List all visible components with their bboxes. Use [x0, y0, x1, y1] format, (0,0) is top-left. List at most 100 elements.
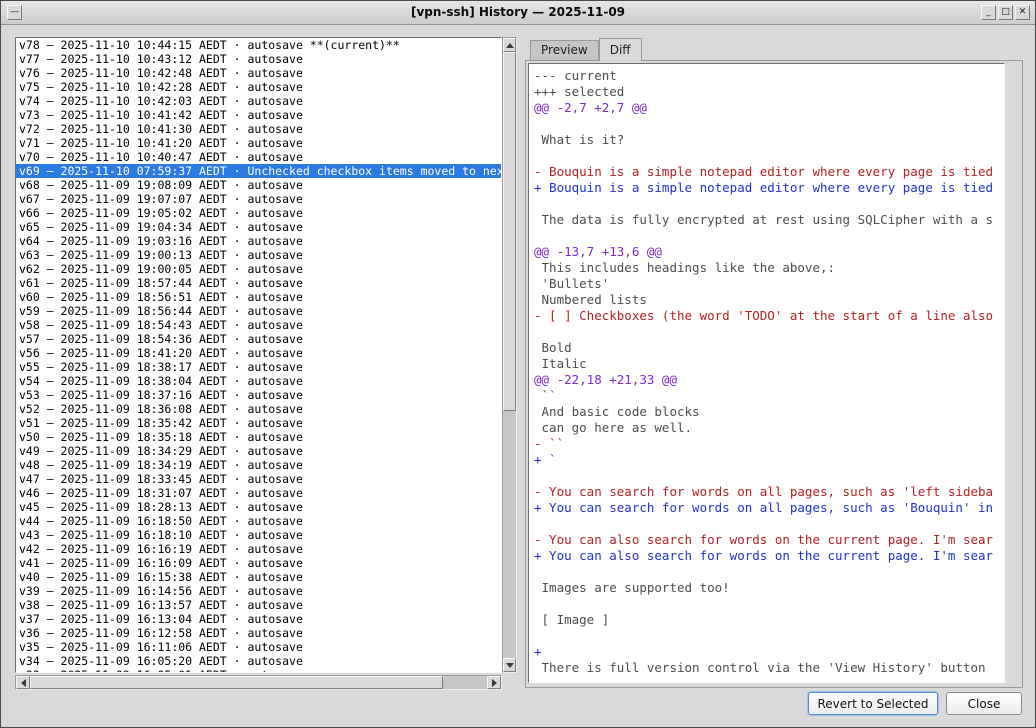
- diff-line-ctx: [534, 516, 1004, 532]
- titlebar[interactable]: — [vpn-ssh] History — 2025-11-09 _ □ ✕: [1, 1, 1035, 25]
- diff-line-ctx: [534, 564, 1004, 580]
- version-list-hscrollbar[interactable]: [15, 675, 502, 690]
- version-list-hscrollbar-thumb[interactable]: [30, 676, 443, 689]
- version-list-item[interactable]: v77 — 2025-11-10 10:43:12 AEDT · autosav…: [16, 52, 501, 66]
- version-list-item[interactable]: v35 — 2025-11-09 16:11:06 AEDT · autosav…: [16, 640, 501, 654]
- version-list-item[interactable]: v45 — 2025-11-09 18:28:13 AEDT · autosav…: [16, 500, 501, 514]
- version-list-item[interactable]: v59 — 2025-11-09 18:56:44 AEDT · autosav…: [16, 304, 501, 318]
- diff-line-meta: --- current: [534, 68, 1004, 84]
- version-list-item[interactable]: v40 — 2025-11-09 16:15:38 AEDT · autosav…: [16, 570, 501, 584]
- window-title: [vpn-ssh] History — 2025-11-09: [61, 1, 975, 24]
- diff-line-ctx: And basic code blocks: [534, 404, 1004, 420]
- version-list-item[interactable]: v49 — 2025-11-09 18:34:29 AEDT · autosav…: [16, 444, 501, 458]
- version-list-item[interactable]: v75 — 2025-11-10 10:42:28 AEDT · autosav…: [16, 80, 501, 94]
- version-list-item[interactable]: v71 — 2025-11-10 10:41:20 AEDT · autosav…: [16, 136, 501, 150]
- version-list-item[interactable]: v37 — 2025-11-09 16:13:04 AEDT · autosav…: [16, 612, 501, 626]
- version-list-item[interactable]: v73 — 2025-11-10 10:41:42 AEDT · autosav…: [16, 108, 501, 122]
- version-list-item[interactable]: v66 — 2025-11-09 19:05:02 AEDT · autosav…: [16, 206, 501, 220]
- scroll-up-arrow-icon[interactable]: [503, 38, 516, 52]
- version-list-item[interactable]: v50 — 2025-11-09 18:35:18 AEDT · autosav…: [16, 430, 501, 444]
- version-list-item[interactable]: v42 — 2025-11-09 16:16:19 AEDT · autosav…: [16, 542, 501, 556]
- version-list-item[interactable]: v68 — 2025-11-09 19:08:09 AEDT · autosav…: [16, 178, 501, 192]
- version-list-item[interactable]: v48 — 2025-11-09 18:34:19 AEDT · autosav…: [16, 458, 501, 472]
- close-dialog-button[interactable]: Close: [946, 692, 1022, 715]
- maximize-button[interactable]: □: [998, 5, 1013, 20]
- version-list-item[interactable]: v58 — 2025-11-09 18:54:43 AEDT · autosav…: [16, 318, 501, 332]
- diff-line-ctx: Numbered lists: [534, 292, 1004, 308]
- diff-line-hunk: @@ -2,7 +2,7 @@: [534, 100, 1004, 116]
- version-list-item[interactable]: v55 — 2025-11-09 18:38:17 AEDT · autosav…: [16, 360, 501, 374]
- version-list-item[interactable]: v44 — 2025-11-09 16:18:50 AEDT · autosav…: [16, 514, 501, 528]
- diff-line-meta: +++ selected: [534, 84, 1004, 100]
- diff-line-ctx: There is full version control via the 'V…: [534, 660, 1004, 676]
- version-list-item[interactable]: v53 — 2025-11-09 18:37:16 AEDT · autosav…: [16, 388, 501, 402]
- scroll-right-arrow-icon[interactable]: [487, 676, 501, 689]
- version-list-vscrollbar[interactable]: [502, 37, 517, 673]
- diff-line-del: - Bouquin is a simple notepad editor whe…: [534, 164, 1004, 180]
- version-list-scrollbar-thumb[interactable]: [503, 52, 516, 411]
- version-list-item[interactable]: v64 — 2025-11-09 19:03:16 AEDT · autosav…: [16, 234, 501, 248]
- version-list-item[interactable]: v60 — 2025-11-09 18:56:51 AEDT · autosav…: [16, 290, 501, 304]
- version-list-item[interactable]: v61 — 2025-11-09 18:57:44 AEDT · autosav…: [16, 276, 501, 290]
- preview-diff-tabs: Preview Diff: [530, 38, 642, 61]
- version-list-item[interactable]: v72 — 2025-11-10 10:41:30 AEDT · autosav…: [16, 122, 501, 136]
- version-list[interactable]: v78 — 2025-11-10 10:44:15 AEDT · autosav…: [15, 37, 502, 673]
- diff-text[interactable]: --- current+++ selected@@ -2,7 +2,7 @@ W…: [528, 63, 1005, 683]
- tab-diff[interactable]: Diff: [599, 38, 642, 61]
- diff-line-del: - [ ] Checkboxes (the word 'TODO' at the…: [534, 308, 1004, 324]
- version-list-item[interactable]: v56 — 2025-11-09 18:41:20 AEDT · autosav…: [16, 346, 501, 360]
- version-list-item[interactable]: v63 — 2025-11-09 19:00:13 AEDT · autosav…: [16, 248, 501, 262]
- diff-line-ctx: [534, 596, 1004, 612]
- diff-line-ctx: [534, 628, 1004, 644]
- version-list-item[interactable]: v33 — 2025-11-09 16:05:01 AEDT · autosav…: [16, 668, 501, 673]
- diff-line-ctx: What is it?: [534, 132, 1004, 148]
- diff-line-ctx: This includes headings like the above,:: [534, 260, 1004, 276]
- version-list-item[interactable]: v67 — 2025-11-09 19:07:07 AEDT · autosav…: [16, 192, 501, 206]
- version-list-item[interactable]: v70 — 2025-11-10 10:40:47 AEDT · autosav…: [16, 150, 501, 164]
- diff-line-del: - You can search for words on all pages,…: [534, 484, 1004, 500]
- diff-line-ctx: [534, 116, 1004, 132]
- history-window: — [vpn-ssh] History — 2025-11-09 _ □ ✕ v…: [0, 0, 1036, 728]
- diff-line-ctx: [ Image ]: [534, 612, 1004, 628]
- version-list-item[interactable]: v65 — 2025-11-09 19:04:34 AEDT · autosav…: [16, 220, 501, 234]
- version-list-item[interactable]: v62 — 2025-11-09 19:00:05 AEDT · autosav…: [16, 262, 501, 276]
- version-list-item[interactable]: v57 — 2025-11-09 18:54:36 AEDT · autosav…: [16, 332, 501, 346]
- diff-line-add: + Bouquin is a simple notepad editor whe…: [534, 180, 1004, 196]
- version-list-item[interactable]: v74 — 2025-11-10 10:42:03 AEDT · autosav…: [16, 94, 501, 108]
- revert-to-selected-button[interactable]: Revert to Selected: [808, 692, 938, 715]
- version-list-item[interactable]: v52 — 2025-11-09 18:36:08 AEDT · autosav…: [16, 402, 501, 416]
- version-list-item[interactable]: v46 — 2025-11-09 18:31:07 AEDT · autosav…: [16, 486, 501, 500]
- diff-line-hunk: @@ -13,7 +13,6 @@: [534, 244, 1004, 260]
- tab-preview[interactable]: Preview: [530, 40, 599, 61]
- version-list-item[interactable]: v34 — 2025-11-09 16:05:20 AEDT · autosav…: [16, 654, 501, 668]
- scroll-left-arrow-icon[interactable]: [16, 676, 30, 689]
- diff-line-del: - You can also search for words on the c…: [534, 532, 1004, 548]
- minimize-button[interactable]: _: [981, 5, 996, 20]
- minimize-icon: _: [982, 6, 995, 19]
- version-list-item[interactable]: v76 — 2025-11-10 10:42:48 AEDT · autosav…: [16, 66, 501, 80]
- close-icon: ✕: [1016, 6, 1029, 19]
- diff-line-hunk: @@ -22,18 +21,33 @@: [534, 372, 1004, 388]
- diff-line-ctx: The data is fully encrypted at rest usin…: [534, 212, 1004, 228]
- diff-line-add: +: [534, 644, 1004, 660]
- version-list-item[interactable]: v43 — 2025-11-09 16:18:10 AEDT · autosav…: [16, 528, 501, 542]
- version-list-item[interactable]: v78 — 2025-11-10 10:44:15 AEDT · autosav…: [16, 38, 501, 52]
- diff-line-ctx: Bold: [534, 340, 1004, 356]
- diff-line-ctx: [534, 228, 1004, 244]
- version-list-item[interactable]: v39 — 2025-11-09 16:14:56 AEDT · autosav…: [16, 584, 501, 598]
- window-menu-button[interactable]: —: [7, 5, 22, 20]
- version-list-item[interactable]: v36 — 2025-11-09 16:12:58 AEDT · autosav…: [16, 626, 501, 640]
- version-list-item[interactable]: v54 — 2025-11-09 18:38:04 AEDT · autosav…: [16, 374, 501, 388]
- version-list-item[interactable]: v69 — 2025-11-10 07:59:37 AEDT · Uncheck…: [16, 164, 501, 178]
- version-list-item[interactable]: v47 — 2025-11-09 18:33:45 AEDT · autosav…: [16, 472, 501, 486]
- diff-line-ctx: Images are supported too!: [534, 580, 1004, 596]
- maximize-icon: □: [999, 6, 1012, 19]
- version-list-item[interactable]: v38 — 2025-11-09 16:13:57 AEDT · autosav…: [16, 598, 501, 612]
- window-menu-icon: —: [8, 6, 21, 19]
- scroll-down-arrow-icon[interactable]: [503, 658, 516, 672]
- version-list-item[interactable]: v51 — 2025-11-09 18:35:42 AEDT · autosav…: [16, 416, 501, 430]
- version-list-item[interactable]: v41 — 2025-11-09 16:16:09 AEDT · autosav…: [16, 556, 501, 570]
- diff-line-ctx: [534, 468, 1004, 484]
- diff-line-ctx: Italic: [534, 356, 1004, 372]
- close-window-button[interactable]: ✕: [1015, 5, 1030, 20]
